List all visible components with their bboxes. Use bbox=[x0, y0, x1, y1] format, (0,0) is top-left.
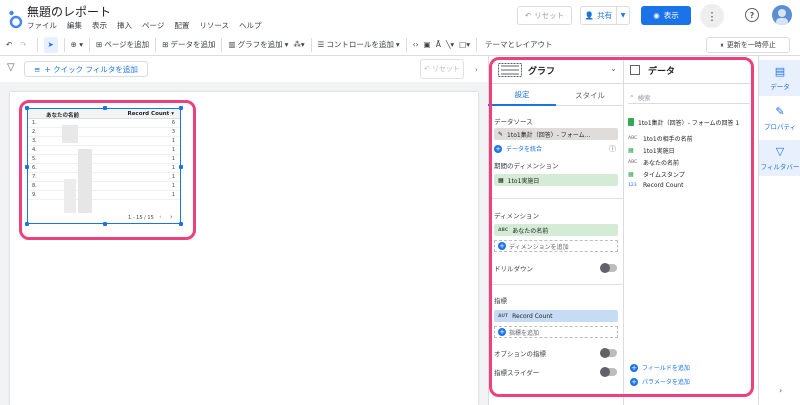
menu-help[interactable]: ヘルプ bbox=[239, 20, 262, 31]
image-icon[interactable]: ▣ bbox=[424, 40, 431, 49]
control-icon: ☰ bbox=[317, 40, 325, 49]
add-control-button[interactable]: ☰ コントロールを追加 ▾ bbox=[318, 39, 400, 50]
menu-insert[interactable]: 挿入 bbox=[117, 20, 132, 31]
menu-resource[interactable]: リソース bbox=[199, 20, 229, 31]
share-dropdown-icon[interactable]: ▼ bbox=[617, 12, 629, 19]
add-chart-icon: ▥ bbox=[228, 40, 236, 49]
add-page-button[interactable]: ⊞ ページを追加 bbox=[96, 39, 149, 50]
right-rail: ▤ データ ✎ プロパティ ▽ フィルタバー › bbox=[758, 56, 800, 405]
add-data-button[interactable]: ⊞ データを追加 bbox=[162, 39, 215, 50]
text-icon[interactable]: Ā bbox=[436, 40, 441, 49]
top-bar: 無題のレポート ファイル 編集 表示 挿入 ページ 配置 リソース ヘルプ ↶ … bbox=[0, 0, 800, 34]
eye-icon: ◉ bbox=[653, 11, 660, 20]
undo-icon: ↶ bbox=[524, 11, 532, 20]
rail-data[interactable]: ▤ データ bbox=[759, 60, 800, 96]
shape-icon[interactable]: □▾ bbox=[459, 40, 470, 49]
avatar[interactable] bbox=[772, 5, 792, 25]
looker-studio-logo-icon[interactable] bbox=[7, 9, 23, 29]
filter-icon: ▽ bbox=[775, 145, 785, 158]
filter-reset-button[interactable]: ↶ リセット bbox=[420, 59, 464, 79]
menu-view[interactable]: 表示 bbox=[92, 20, 107, 31]
pause-icon: ⏸ bbox=[720, 40, 724, 49]
highlight-table bbox=[19, 100, 196, 240]
undo-icon: ↶ bbox=[424, 64, 430, 73]
add-data-icon: ⊞ bbox=[162, 40, 169, 49]
add-chart-button[interactable]: ▥ グラフを追加 ▾ bbox=[228, 39, 288, 50]
pencil-icon: ✎ bbox=[775, 105, 785, 118]
reset-button[interactable]: ↶ リセット bbox=[517, 6, 572, 25]
view-button[interactable]: ◉ 表示 bbox=[641, 6, 691, 25]
help-icon[interactable]: ? bbox=[745, 8, 759, 22]
add-page-icon: ⊞ bbox=[96, 40, 103, 49]
embed-code-icon[interactable]: ‹› bbox=[413, 40, 419, 49]
redo-icon[interactable]: ↷ bbox=[20, 40, 26, 49]
pause-update-button[interactable]: ⏸ 更新を一時停止 bbox=[706, 37, 790, 53]
menu-arrange[interactable]: 配置 bbox=[174, 20, 189, 31]
zoom-icon[interactable]: ⊕ ▾ bbox=[71, 40, 83, 49]
community-viz-icon[interactable]: ⁂▾ bbox=[293, 40, 304, 49]
rail-properties[interactable]: ✎ プロパティ bbox=[759, 100, 800, 136]
menu-file[interactable]: ファイル bbox=[27, 20, 57, 31]
filter-list-icon: ≡ bbox=[34, 64, 41, 74]
rail-filter-bar[interactable]: ▽ フィルタバー bbox=[759, 140, 800, 176]
data-panel-icon: ▤ bbox=[774, 65, 786, 78]
chevron-right-icon[interactable]: › bbox=[779, 386, 782, 395]
filter-icon[interactable]: ▽ bbox=[7, 62, 15, 73]
collapse-chevron-icon[interactable]: › bbox=[475, 66, 478, 74]
quick-filter-button[interactable]: ≡ + クイック フィルタを追加 bbox=[24, 61, 148, 77]
more-vert-icon[interactable]: ⋮ bbox=[700, 4, 724, 28]
report-title[interactable]: 無題のレポート bbox=[27, 3, 111, 20]
filter-bar: ▽ ≡ + クイック フィルタを追加 ↶ リセット › bbox=[0, 56, 488, 82]
menu-bar: ファイル 編集 表示 挿入 ページ 配置 リソース ヘルプ bbox=[27, 20, 261, 31]
menu-edit[interactable]: 編集 bbox=[67, 20, 82, 31]
undo-icon[interactable]: ↶ bbox=[6, 40, 12, 49]
share-button[interactable]: 👤 共有 ▼ bbox=[580, 6, 630, 25]
select-cursor-icon[interactable]: ➤ bbox=[43, 36, 58, 53]
highlight-panel bbox=[489, 57, 754, 397]
add-person-icon: 👤 bbox=[584, 11, 595, 20]
theme-layout-button[interactable]: テーマとレイアウト bbox=[485, 39, 553, 50]
menu-page[interactable]: ページ bbox=[142, 20, 164, 31]
line-icon[interactable]: ╲▾ bbox=[446, 40, 454, 49]
toolbar: ↶ ↷ ➤ ⊕ ▾ ⊞ ページを追加 ⊞ データを追加 ▥ グラフを追加 ▾ ⁂▾ ☰ コ… bbox=[0, 34, 800, 56]
